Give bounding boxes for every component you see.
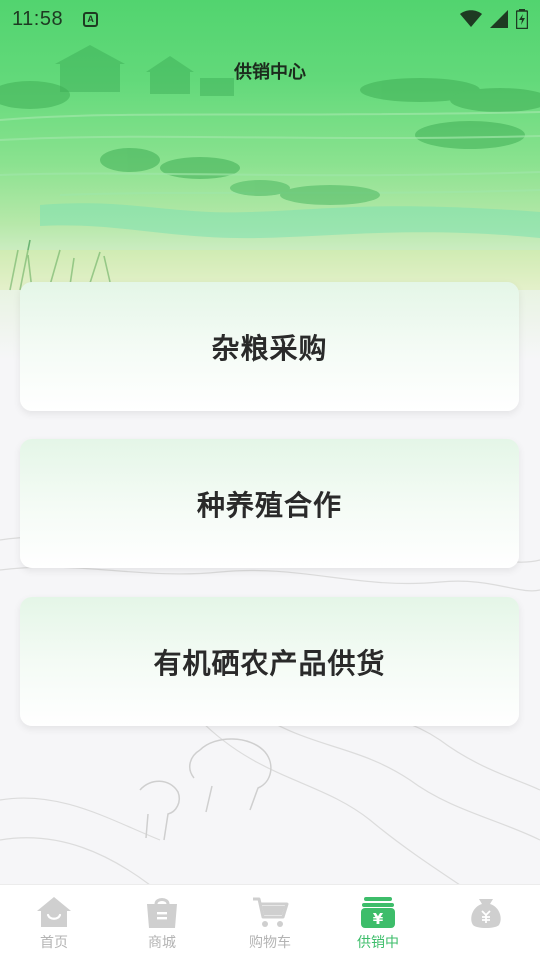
nav-label: 购物车 — [249, 935, 291, 951]
nav-item-supply-center[interactable]: ¥ 供销中 — [324, 885, 432, 960]
page-title: 供销中心 — [234, 62, 306, 83]
card-selenium-product-supply[interactable]: 有机硒农产品供货 — [20, 597, 519, 726]
nav-item-money-bag[interactable] — [432, 885, 540, 960]
nav-label: 商城 — [148, 935, 176, 951]
wifi-icon — [460, 10, 482, 27]
nav-label: 首页 — [40, 935, 68, 951]
nav-label: 供销中 — [357, 935, 399, 951]
card-label: 杂粮采购 — [211, 331, 328, 365]
money-bag-icon — [466, 894, 506, 930]
card-grain-purchase[interactable]: 杂粮采购 — [20, 282, 519, 411]
status-time: 11:58 — [12, 7, 64, 30]
nav-item-cart[interactable]: 购物车 — [216, 885, 324, 960]
home-icon — [34, 894, 74, 930]
status-icons — [460, 9, 528, 29]
battery-charging-icon — [516, 9, 528, 29]
nav-item-mall[interactable]: 商城 — [108, 885, 216, 960]
signal-icon — [490, 10, 508, 28]
a-notification-icon: A — [83, 11, 99, 27]
status-bar: 11:58 A — [0, 0, 540, 38]
shopping-bag-icon — [142, 894, 182, 930]
cart-icon — [250, 894, 290, 930]
bottom-nav: 首页 商城 购物车 ¥ 供销中 — [0, 884, 540, 960]
supply-center-icon: ¥ — [358, 894, 398, 930]
svg-text:¥: ¥ — [373, 910, 384, 928]
card-label: 种养殖合作 — [196, 488, 342, 522]
nav-item-home[interactable]: 首页 — [0, 885, 108, 960]
card-label: 有机硒农产品供货 — [153, 646, 386, 680]
card-farming-cooperation[interactable]: 种养殖合作 — [20, 439, 519, 568]
